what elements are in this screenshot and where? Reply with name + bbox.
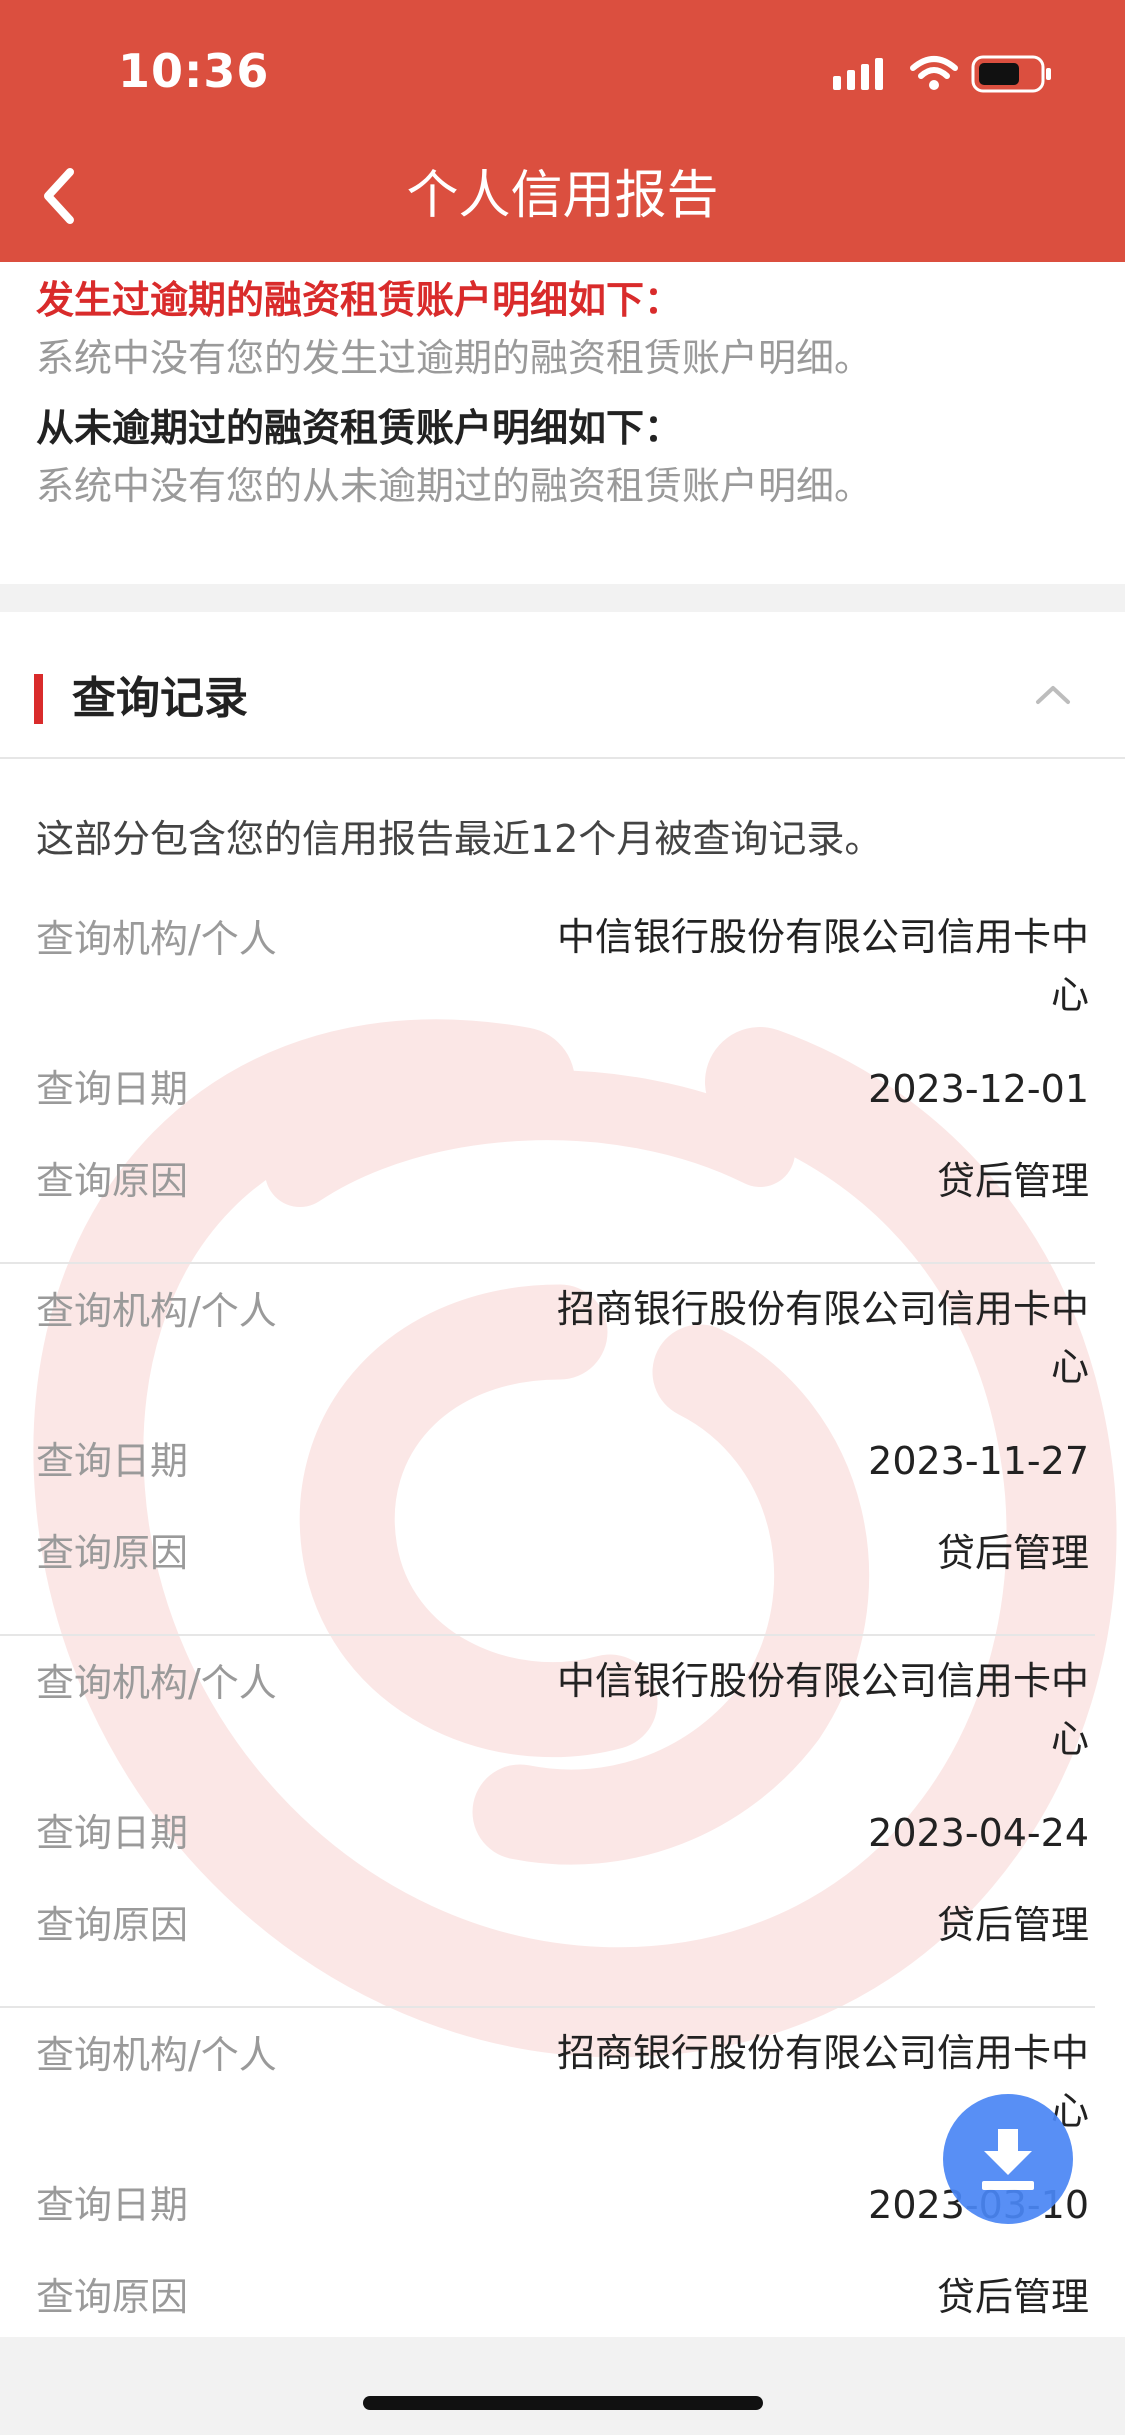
divider <box>0 757 1125 759</box>
never-overdue-leasing-title: 从未逾期过的融资租赁账户明细如下： <box>36 406 683 450</box>
date-label: 查询日期 <box>36 1439 189 1483</box>
institution-label: 查询机构/个人 <box>36 1289 277 1333</box>
institution-value: 中信银行股份有限公司信用卡中心 <box>556 1659 1089 1761</box>
institution-label: 查询机构/个人 <box>36 1661 277 1705</box>
section-intro: 这部分包含您的信用报告最近12个月被查询记录。 <box>36 817 883 861</box>
section-accent-bar <box>34 674 43 724</box>
reason-value: 贷后管理 <box>936 2275 1089 2319</box>
date-value: 2023-12-01 <box>868 1067 1089 1111</box>
wifi-icon <box>910 56 958 90</box>
home-indicator[interactable] <box>363 2396 763 2410</box>
section-title: 查询记录 <box>72 673 248 724</box>
overdue-leasing-text: 系统中没有您的发生过逾期的融资租赁账户明细。 <box>36 336 873 380</box>
date-label: 查询日期 <box>36 2183 189 2227</box>
reason-label: 查询原因 <box>36 1531 189 1575</box>
reason-value: 贷后管理 <box>936 1531 1089 1575</box>
download-button[interactable] <box>943 2094 1073 2224</box>
institution-value: 中信银行股份有限公司信用卡中心 <box>556 915 1089 1017</box>
reason-label: 查询原因 <box>36 2275 189 2319</box>
collapse-button[interactable] <box>1030 672 1076 718</box>
reason-value: 贷后管理 <box>936 1159 1089 1203</box>
reason-label: 查询原因 <box>36 1903 189 1947</box>
status-icons <box>831 54 1051 94</box>
overdue-leasing-title: 发生过逾期的融资租赁账户明细如下： <box>36 278 683 322</box>
app-header: 10:36 个人信用报告 <box>0 0 1125 262</box>
institution-label: 查询机构/个人 <box>36 2033 277 2077</box>
reason-label: 查询原因 <box>36 1159 189 1203</box>
query-records-section: 查询记录 这部分包含您的信用报告最近12个月被查询记录。 查询机构/个人 中信银… <box>0 612 1125 2337</box>
date-value: 2023-04-24 <box>868 1811 1089 1855</box>
page-title: 个人信用报告 <box>406 166 719 226</box>
institution-value: 招商银行股份有限公司信用卡中心 <box>556 1287 1089 1389</box>
institution-label: 查询机构/个人 <box>36 917 277 961</box>
battery-icon <box>971 55 1051 93</box>
cellular-signal-icon <box>833 58 883 90</box>
query-record: 查询机构/个人 招商银行股份有限公司信用卡中心 查询日期 2023-11-27 … <box>0 1264 1125 1636</box>
date-label: 查询日期 <box>36 1811 189 1855</box>
leasing-accounts-section: 发生过逾期的融资租赁账户明细如下： 系统中没有您的发生过逾期的融资租赁账户明细。… <box>0 262 1125 584</box>
status-time: 10:36 <box>118 44 270 98</box>
never-overdue-leasing-text: 系统中没有您的从未逾期过的融资租赁账户明细。 <box>36 464 873 508</box>
date-label: 查询日期 <box>36 1067 189 1111</box>
query-record: 查询机构/个人 中信银行股份有限公司信用卡中心 查询日期 2023-12-01 … <box>0 892 1125 1264</box>
download-icon <box>982 2129 1034 2190</box>
query-record: 查询机构/个人 中信银行股份有限公司信用卡中心 查询日期 2023-04-24 … <box>0 1636 1125 2008</box>
reason-value: 贷后管理 <box>936 1903 1089 1947</box>
chevron-up-icon <box>1036 686 1070 704</box>
date-value: 2023-11-27 <box>868 1439 1089 1483</box>
